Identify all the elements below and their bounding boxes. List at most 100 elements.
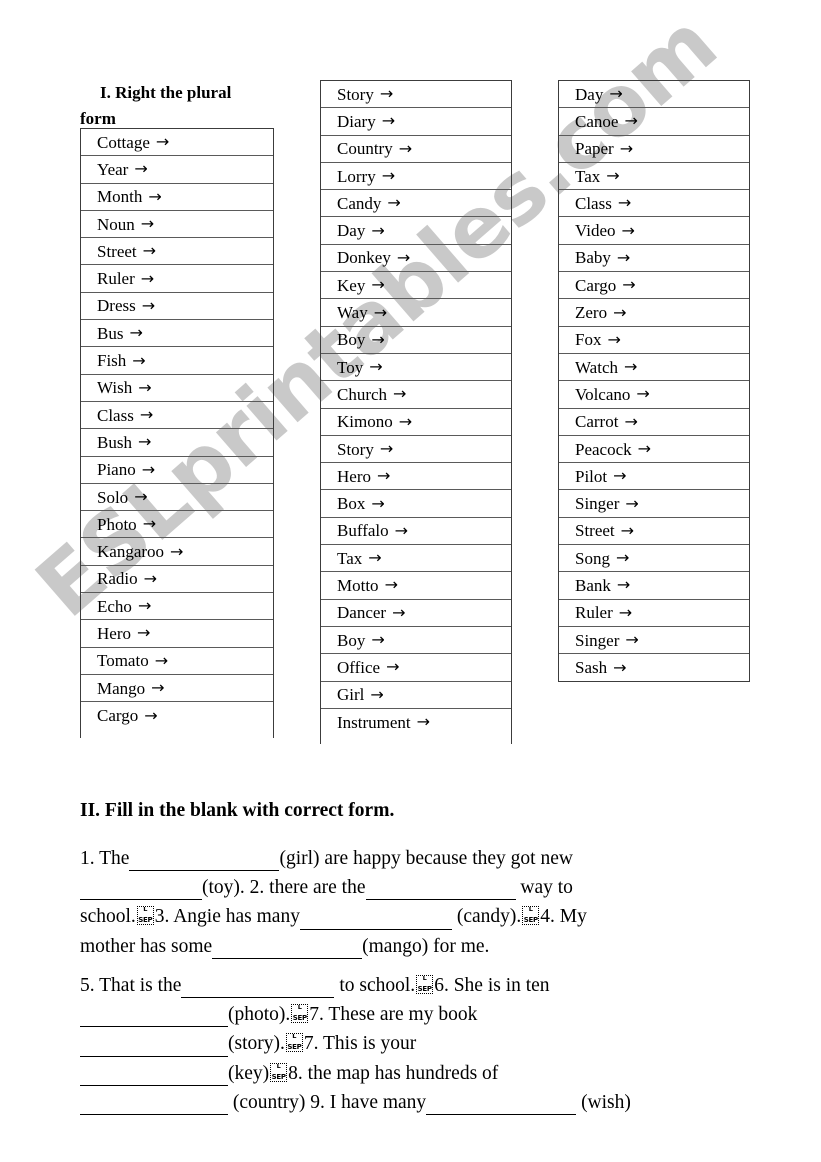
word-label: Pilot [575,466,608,486]
word-label: Kimono [337,412,393,432]
word-row: Way → [321,299,511,327]
arrow-icon: → [381,111,396,131]
word-label: Mango [97,678,146,698]
word-row: Class → [81,402,273,430]
line-separator-glyph-top: L [276,1062,281,1070]
arrow-icon: → [129,323,143,343]
arrow-icon: → [141,459,156,479]
word-row: Echo → [81,593,273,621]
word-label: Carrot [575,412,619,432]
word-row: Year → [81,156,273,184]
word-label: Girl [337,685,365,705]
line-separator-glyph-bottom: SEP [417,985,432,993]
answer-blank[interactable] [181,970,335,999]
arrow-icon: → [142,514,157,534]
word-row: Tomato → [81,648,273,675]
word-row: Donkey → [321,245,511,273]
arrow-icon: → [624,411,638,431]
word-row: Video → [559,217,749,245]
arrow-icon: → [613,302,627,322]
word-label: Piano [97,460,136,480]
word-row: Bank → [559,572,749,600]
word-label: Diary [337,111,376,131]
word-table-tail-3 [558,680,750,682]
word-row: Church → [321,381,511,409]
word-label: Bush [97,432,132,452]
answer-blank[interactable] [365,872,516,901]
word-row: Ruler → [559,600,749,627]
word-label: Ruler [97,269,135,289]
answer-blank[interactable] [212,931,363,959]
arrow-icon: → [371,275,385,295]
word-label: Boy [337,330,366,350]
word-row: Street → [559,518,749,546]
answer-blank[interactable] [80,999,228,1028]
line-separator-glyph-top: L [297,1004,302,1012]
answer-blank[interactable] [80,1058,228,1086]
word-label: Box [337,494,366,514]
word-label: Day [575,84,604,104]
word-row: Zero → [559,299,749,327]
sentence-text: 6. She is in ten [434,975,550,996]
line-separator-glyph-top: L [292,1033,297,1041]
arrow-icon: → [637,439,652,458]
word-label: Peacock [575,439,632,459]
word-row: Dress → [81,293,273,321]
arrow-icon: → [624,357,638,377]
arrow-icon: → [376,466,391,486]
arrow-icon: → [386,657,400,677]
arrow-icon: → [151,678,165,698]
line-separator-glyph-top: L [528,906,533,914]
word-label: Bank [575,575,611,595]
word-row: Kangaroo → [81,538,273,566]
word-row: Boy → [321,327,511,354]
sentence-text: 4. My [540,906,587,928]
answer-blank[interactable] [80,1028,228,1057]
arrow-icon: → [398,138,413,158]
word-label: Echo [97,596,132,616]
arrow-icon: → [398,411,413,431]
arrow-icon: → [606,166,620,186]
arrow-icon: → [371,493,385,513]
arrow-icon: → [132,350,146,370]
word-row: Story → [321,436,511,464]
word-row: Hero → [81,620,273,648]
word-row: Cargo → [559,272,749,300]
word-row: Photo → [81,511,273,539]
word-label: Solo [97,487,129,507]
sentence-text: 8. the map has hundreds of [288,1062,499,1084]
word-label: Cottage [97,132,150,152]
sentence-text: school. [80,906,136,928]
word-label: Tax [575,166,601,186]
word-row: Lorry → [321,163,511,191]
word-label: Video [575,221,616,241]
arrow-icon: → [394,520,409,540]
arrow-icon: → [616,575,631,595]
word-row: Fox → [559,327,749,354]
word-label: Class [97,405,134,425]
word-row: Canoe → [559,108,749,136]
answer-blank[interactable] [299,901,452,930]
answer-blank[interactable] [129,843,280,872]
word-label: Baby [575,248,611,268]
answer-blank[interactable] [426,1087,577,1116]
answer-blank[interactable] [80,872,202,901]
word-label: Paper [575,139,614,159]
word-row: Carrot → [559,409,749,436]
word-label: Cargo [575,275,617,295]
word-label: Toy [337,357,364,377]
arrow-icon: → [381,166,396,186]
word-row: Day → [321,217,511,245]
answer-blank[interactable] [80,1087,228,1116]
arrow-icon: → [396,247,411,267]
section-2-heading: II. Fill in the blank with correct form. [80,800,395,821]
arrow-icon: → [369,357,383,377]
arrow-icon: → [613,657,627,677]
arrow-icon: → [393,384,407,404]
line-separator-glyph-top: L [422,975,427,982]
word-row: Buffalo → [321,518,511,546]
word-row: Girl → [321,682,511,709]
sentence-text: 5. That is the [80,975,182,996]
line-separator-glyph: L SEP [416,975,434,994]
arrow-icon: → [371,220,385,240]
